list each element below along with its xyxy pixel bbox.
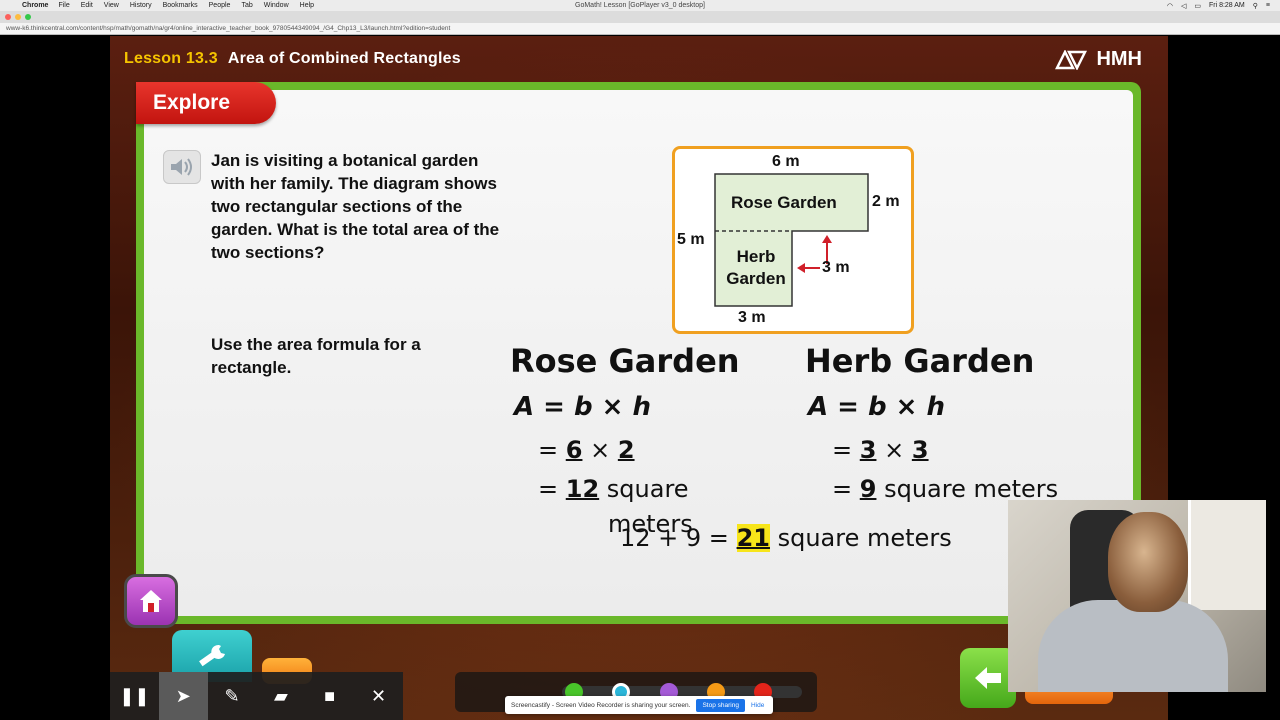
- menu-bookmarks[interactable]: Bookmarks: [163, 2, 198, 9]
- sum-expression: 12 + 9 =: [620, 524, 729, 552]
- herb-height-value: 3: [911, 436, 929, 464]
- lesson-number: Lesson 13.3: [124, 50, 218, 67]
- publisher-name: HMH: [1096, 48, 1142, 70]
- webcam-background-door: [1188, 500, 1266, 610]
- herb-result: = 9 square meters: [832, 475, 1059, 503]
- rose-area-value: 12: [565, 475, 600, 503]
- rose-height-value: 2: [617, 436, 635, 464]
- hide-notice-button[interactable]: Hide: [751, 702, 764, 709]
- rose-formula: A = b × h: [514, 392, 652, 422]
- menu-history[interactable]: History: [130, 2, 152, 9]
- menu-file[interactable]: File: [58, 2, 69, 9]
- herb-garden-label-line2: Garden: [726, 269, 786, 288]
- menu-people[interactable]: People: [209, 2, 231, 9]
- wrench-icon: [199, 644, 225, 667]
- eraser-icon: ▰: [273, 685, 288, 706]
- pen-icon: ✎: [224, 685, 240, 706]
- herb-area-value: 9: [859, 475, 877, 503]
- webcam-person-body: [1038, 600, 1228, 692]
- screencast-toolbar: ❚❚ ➤ ✎ ▰ ■ ✕: [110, 672, 403, 720]
- garden-diagram: 6 m 2 m 5 m 3 m 3 m Rose Garden Herb Gar…: [672, 146, 914, 334]
- lesson-title: Area of Combined Rectangles: [227, 50, 461, 67]
- webcam-overlay[interactable]: [1008, 500, 1266, 692]
- rose-substitution: = 6 × 2: [538, 436, 635, 464]
- close-toolbar-button[interactable]: ✕: [354, 672, 403, 720]
- total-equation: 12 + 9 = 21 square meters: [620, 524, 952, 552]
- app-menu-chrome[interactable]: Chrome: [22, 2, 48, 9]
- rose-heading: Rose Garden: [510, 342, 740, 380]
- rose-result: = 12 square: [538, 475, 689, 503]
- spotlight-icon[interactable]: ⚲: [1253, 2, 1258, 10]
- wifi-icon[interactable]: ◠: [1167, 2, 1173, 10]
- screen-share-notice: Screencastify - Screen Video Recorder is…: [505, 696, 773, 714]
- volume-icon[interactable]: ◁: [1181, 2, 1186, 10]
- browser-tabbar: [0, 11, 1280, 23]
- share-text: Screencastify - Screen Video Recorder is…: [511, 701, 691, 709]
- total-units: square meters: [777, 524, 952, 552]
- left-dimension: 5 m: [677, 231, 705, 248]
- bottom-dimension: 3 m: [738, 309, 766, 326]
- minimize-window-icon[interactable]: [15, 14, 21, 20]
- herb-base-value: 3: [859, 436, 877, 464]
- cursor-tool-button[interactable]: ➤: [158, 672, 208, 720]
- menu-edit[interactable]: Edit: [81, 2, 93, 9]
- status-area: ◠ ◁ ▭ Fri 8:28 AM ⚲ ≡: [1167, 0, 1270, 11]
- pen-tool-button[interactable]: ✎: [208, 672, 257, 720]
- problem-text: Jan is visiting a botanical garden with …: [211, 151, 500, 262]
- pause-icon: ❚❚: [119, 685, 150, 706]
- zoom-window-icon[interactable]: [25, 14, 31, 20]
- herb-heading: Herb Garden: [805, 342, 1035, 380]
- video-camera-icon: ■: [324, 685, 336, 706]
- menu-window[interactable]: Window: [264, 2, 289, 9]
- close-window-icon[interactable]: [5, 14, 11, 20]
- cursor-icon: ➤: [175, 685, 191, 706]
- total-area-value: 21: [736, 524, 770, 552]
- home-button[interactable]: [124, 574, 178, 628]
- mac-menubar: Chrome File Edit View History Bookmarks …: [0, 0, 1280, 11]
- rose-units-line1: square: [606, 475, 689, 503]
- speaker-icon: [171, 158, 192, 176]
- lesson-header: Lesson 13.3 Area of Combined Rectangles: [124, 50, 461, 68]
- hmh-logo: HMH: [1055, 48, 1142, 71]
- menu-list-icon[interactable]: ≡: [1266, 2, 1270, 9]
- url-text[interactable]: www-k6.thinkcentral.com/content/hsp/math…: [6, 25, 450, 32]
- hint-text: Use the area formula for a rectangle.: [211, 335, 421, 377]
- menu-tab[interactable]: Tab: [241, 2, 252, 9]
- eraser-tool-button[interactable]: ▰: [256, 672, 305, 720]
- hmh-mark-icon: [1055, 49, 1088, 70]
- explore-label: Explore: [153, 91, 231, 114]
- rose-base-value: 6: [565, 436, 583, 464]
- webcam-person-head: [1108, 512, 1188, 612]
- rose-garden-label: Rose Garden: [731, 193, 837, 212]
- herb-garden-label: Herb Garden: [720, 246, 792, 290]
- herb-units: square meters: [884, 475, 1059, 503]
- inner-dimension: 3 m: [822, 259, 850, 276]
- menubar-clock[interactable]: Fri 8:28 AM: [1209, 2, 1245, 9]
- garden-shape: [714, 173, 869, 307]
- herb-substitution: = 3 × 3: [832, 436, 929, 464]
- pause-recording-button[interactable]: ❚❚: [110, 672, 159, 720]
- camera-toggle-button[interactable]: ■: [305, 672, 354, 720]
- close-icon: ✕: [371, 685, 387, 706]
- herb-equals: =: [832, 436, 853, 464]
- rose-equals: =: [538, 436, 559, 464]
- arrow-left-icon: [975, 667, 1001, 689]
- top-dimension: 6 m: [772, 153, 800, 170]
- menu-view[interactable]: View: [104, 2, 119, 9]
- stop-sharing-button[interactable]: Stop sharing: [696, 698, 745, 712]
- explore-tab: Explore: [136, 82, 276, 124]
- address-bar[interactable]: www-k6.thinkcentral.com/content/hsp/math…: [0, 23, 1280, 35]
- window-controls: [5, 14, 31, 20]
- herb-garden-label-line1: Herb: [736, 247, 776, 266]
- menu-help[interactable]: Help: [300, 2, 314, 9]
- home-icon: [140, 590, 162, 612]
- right-dimension: 2 m: [872, 193, 900, 210]
- battery-icon[interactable]: ▭: [1194, 2, 1201, 10]
- herb-formula: A = b × h: [808, 392, 946, 422]
- audio-button[interactable]: [163, 150, 201, 184]
